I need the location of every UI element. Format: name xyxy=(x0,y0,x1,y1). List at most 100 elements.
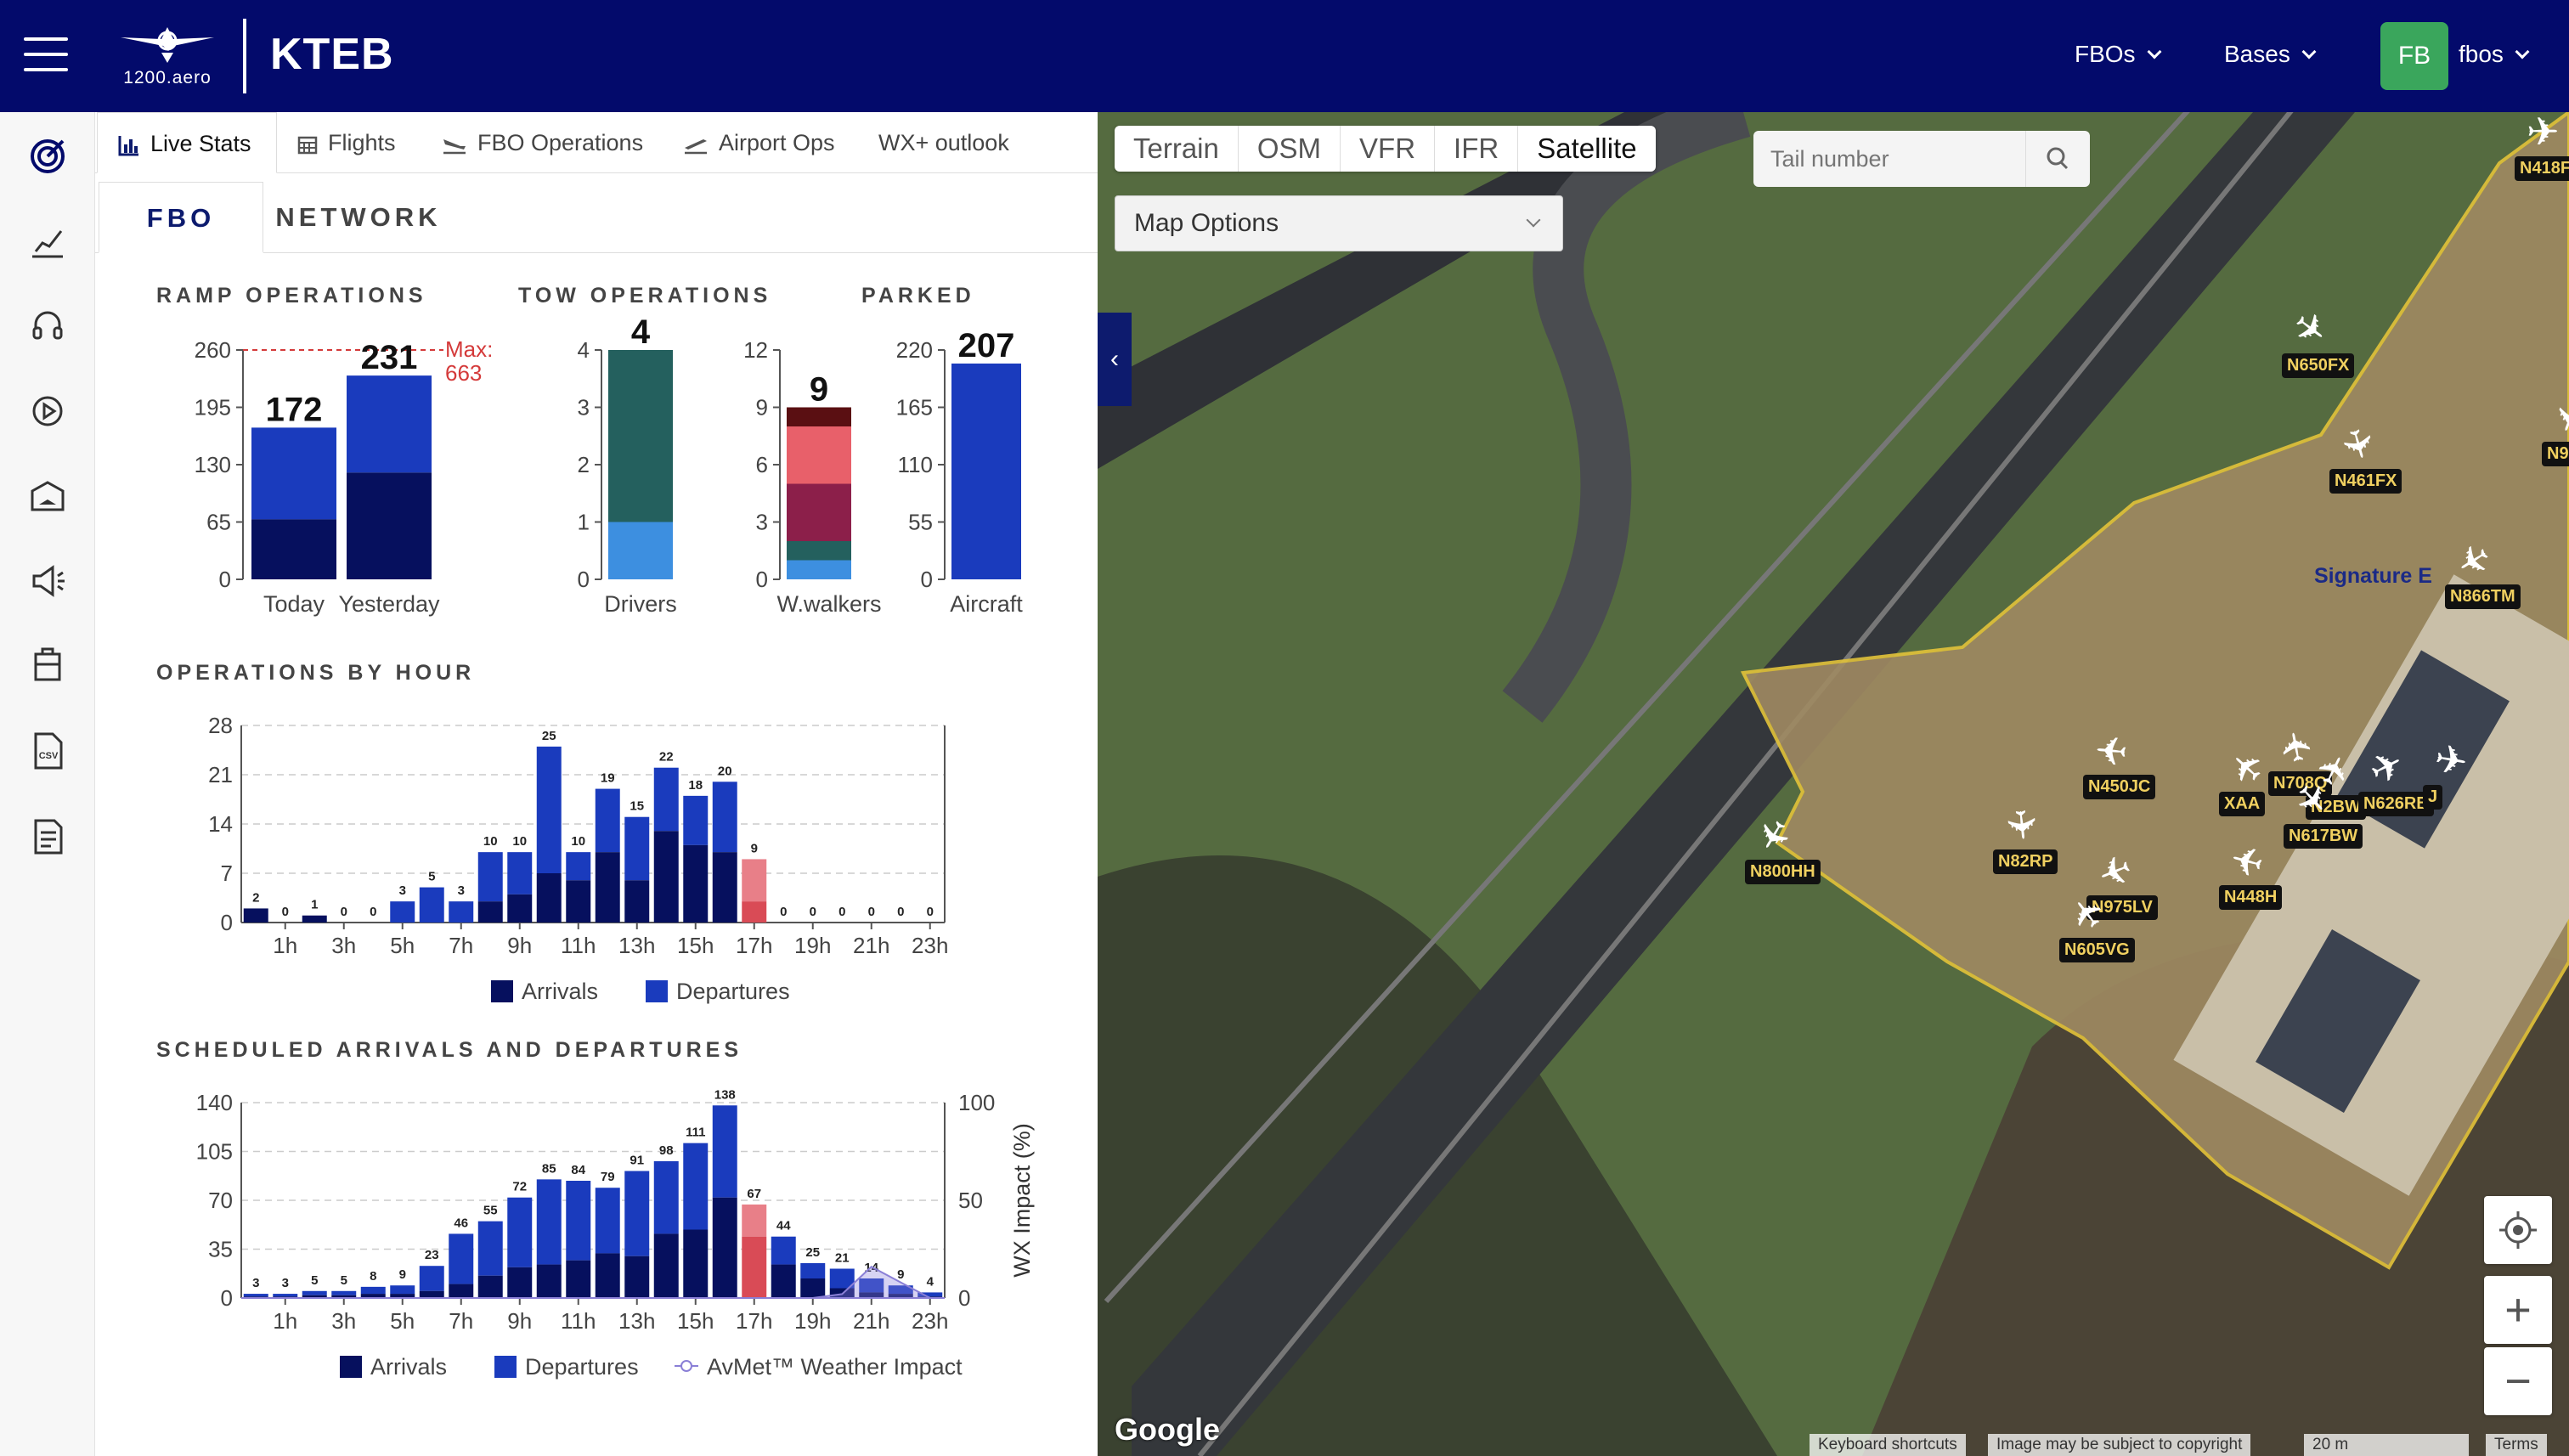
aircraft-marker[interactable]: ✈ N800HH xyxy=(1745,810,1821,884)
search-button[interactable] xyxy=(2025,131,2090,187)
tab-network[interactable]: NETWORK xyxy=(274,182,443,253)
csv-file-icon[interactable]: CSV xyxy=(27,731,68,771)
bar-total-label: 0 xyxy=(897,905,904,919)
tab-flights[interactable]: Flights xyxy=(297,112,396,173)
map[interactable]: ✈ N418F ✈ N650FX ✈ N461FX ✈ N9 ✈ N866TM ✈ N450JC ✈ XA… xyxy=(1098,112,2569,1456)
megaphone-icon[interactable] xyxy=(27,561,68,601)
my-location-button[interactable] xyxy=(2484,1196,2552,1264)
arrivals-bar xyxy=(595,1253,620,1298)
x-tick-label: 1h xyxy=(273,1308,297,1334)
aircraft-marker[interactable]: ✈ XAA xyxy=(2219,740,2274,816)
hangar-icon[interactable] xyxy=(27,476,68,516)
ramp-category-label: Today xyxy=(263,591,325,617)
trend-chart-icon[interactable] xyxy=(27,221,68,262)
bar-total-label: 5 xyxy=(428,870,435,884)
chevron-down-icon xyxy=(2515,44,2530,59)
search-icon xyxy=(2047,147,2069,170)
hamburger-menu-icon[interactable] xyxy=(24,37,68,75)
max-label: Max: xyxy=(445,336,493,362)
zoom-out-button[interactable]: − xyxy=(2484,1347,2552,1415)
tab-fbo[interactable]: FBO xyxy=(99,182,263,253)
map-type-satellite[interactable]: Satellite xyxy=(1518,126,1655,172)
map-type-osm[interactable]: OSM xyxy=(1239,126,1341,172)
aircraft-marker[interactable]: ✈ J xyxy=(2423,736,2471,810)
tab-label: Flights xyxy=(328,130,396,155)
terms-link[interactable]: Terms xyxy=(2486,1434,2547,1456)
fbos-dropdown[interactable]: FBOs xyxy=(2075,41,2162,68)
replay-icon[interactable] xyxy=(27,391,68,432)
parked-total-label: 207 xyxy=(958,327,1015,364)
summary-charts: 260195130650Max:663172Today231Yesterday … xyxy=(195,313,1024,617)
radar-icon[interactable] xyxy=(27,136,68,177)
aircraft-marker[interactable]: ✈ N866TM xyxy=(2445,533,2521,609)
bar-total-label: 5 xyxy=(341,1273,347,1288)
x-tick-label: 3h xyxy=(331,1308,356,1334)
tab-fbo-operations[interactable]: FBO Operations xyxy=(442,112,643,173)
ramp-tick-label: 195 xyxy=(195,395,231,420)
avatar[interactable]: FB xyxy=(2380,22,2448,90)
airport-code: KTEB xyxy=(270,30,394,79)
departures-bar xyxy=(536,746,562,873)
bar-total-label: 111 xyxy=(686,1126,705,1140)
tail-number-input[interactable] xyxy=(1753,131,2025,187)
report-file-icon[interactable] xyxy=(27,815,68,856)
tab-label: FBO Operations xyxy=(477,130,644,155)
aircraft-marker[interactable]: ✈ N448H xyxy=(2219,835,2283,910)
bar-total-label: 18 xyxy=(688,778,703,793)
airplane-icon: ✈ xyxy=(2092,726,2130,774)
legend-arrivals-swatch xyxy=(491,980,513,1002)
map-type-ifr[interactable]: IFR xyxy=(1435,126,1519,172)
tab-live-stats[interactable]: Live Stats xyxy=(97,112,277,173)
bar-chart-icon xyxy=(118,135,138,156)
aircraft-tail-label: N461FX xyxy=(2329,469,2402,494)
user-menu[interactable]: fbos xyxy=(2459,41,2530,68)
collapse-panel-button[interactable]: ‹ xyxy=(1098,313,1132,406)
map-options-label: Map Options xyxy=(1134,209,1279,237)
aircraft-marker[interactable]: ✈ N605VG xyxy=(2059,887,2135,962)
drivers-label: Drivers xyxy=(604,591,677,617)
main-tabs: Live Stats Flights FBO Operations Airpor… xyxy=(95,112,1098,173)
tab-wx-outlook[interactable]: WX+ outlook xyxy=(878,112,1009,173)
bar-total-label: 10 xyxy=(512,834,527,849)
aircraft-marker[interactable]: ✈ N617BW xyxy=(2284,772,2363,849)
headset-icon[interactable] xyxy=(27,306,68,347)
aircraft-marker[interactable]: ✈ N450JC xyxy=(2083,726,2156,799)
departures-bar xyxy=(595,1188,620,1254)
map-options-dropdown[interactable]: Map Options xyxy=(1115,195,1563,251)
zoom-in-button[interactable]: + xyxy=(2484,1276,2552,1344)
fuel-truck-icon[interactable] xyxy=(27,646,68,686)
walkers-bar-segment xyxy=(787,407,851,426)
map-type-terrain[interactable]: Terrain xyxy=(1115,126,1239,172)
x-tick-label: 23h xyxy=(912,933,948,958)
legend-label: AvMet™ Weather Impact xyxy=(707,1354,963,1380)
bar-total-label: 4 xyxy=(927,1274,934,1289)
bases-dropdown[interactable]: Bases xyxy=(2224,41,2317,68)
aircraft-marker[interactable]: ✈ N461FX xyxy=(2329,422,2402,494)
x-tick-label: 17h xyxy=(736,1308,772,1334)
tab-airport-ops[interactable]: Airport Ops xyxy=(683,112,835,173)
logo[interactable]: 1200.aero xyxy=(112,22,223,90)
ramp-total-label: 172 xyxy=(266,391,323,428)
departures-bar xyxy=(800,1262,826,1278)
airplane-icon: ✈ xyxy=(2527,112,2560,154)
ramp-tick-label: 65 xyxy=(206,510,231,535)
fbo-label: Signature E xyxy=(2314,564,2432,588)
x-tick-label: 7h xyxy=(449,1308,473,1334)
bar-total-label: 3 xyxy=(252,1276,259,1290)
aircraft-tail-label: N866TM xyxy=(2445,584,2521,609)
aircraft-marker[interactable]: ✈ N650FX xyxy=(2282,302,2355,378)
map-type-vfr[interactable]: VFR xyxy=(1341,126,1436,172)
bar-total-label: 46 xyxy=(454,1216,468,1230)
ramp-operations-chart: 260 195 130 65 0 Max:663 172 Today 231 Yesterday xyxy=(195,336,494,617)
bar-total-label: 0 xyxy=(282,905,289,919)
aircraft-marker[interactable]: ✈ N9 xyxy=(2542,394,2569,466)
arrivals-bar xyxy=(536,1264,562,1298)
aircraft-tail-label: N650FX xyxy=(2282,353,2355,378)
aircraft-marker[interactable]: ✈ N418F xyxy=(2515,112,2569,181)
arrivals-bar xyxy=(566,1260,591,1298)
keyboard-shortcuts-link[interactable]: Keyboard shortcuts xyxy=(1810,1434,1966,1456)
y2-tick-label: 100 xyxy=(958,1090,995,1115)
parked-bar xyxy=(951,363,1021,579)
parked-title: PARKED xyxy=(861,284,975,308)
aircraft-marker[interactable]: ✈ N82RP xyxy=(1993,806,2058,874)
